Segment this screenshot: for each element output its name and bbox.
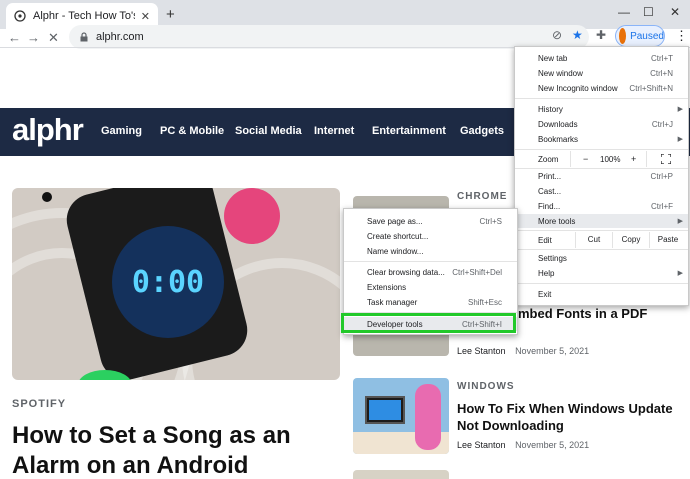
new-tab-plus-icon[interactable]: + — [166, 6, 175, 23]
site-favicon-icon — [14, 10, 26, 22]
minimize-icon[interactable]: — — [618, 5, 630, 19]
menu-divider — [515, 149, 688, 150]
tab-title: Alphr - Tech How To's & Guides — [33, 10, 135, 22]
menu-item-new-tab[interactable]: New tab Ctrl+T — [515, 51, 688, 65]
cut-button[interactable]: Cut — [575, 232, 612, 248]
menu-item-new-incognito[interactable]: New Incognito window Ctrl+Shift+N — [515, 81, 688, 95]
zoom-label: Zoom — [538, 154, 559, 164]
article-author[interactable]: Lee Stanton — [457, 440, 506, 450]
menu-item-create-shortcut[interactable]: Create shortcut... — [344, 229, 517, 243]
address-bar[interactable]: alphr.com — [69, 25, 589, 49]
forward-arrow-icon[interactable]: → — [27, 30, 40, 45]
nav-item-entertainment[interactable]: Entertainment — [372, 125, 446, 137]
maximize-icon[interactable]: ☐ — [643, 5, 654, 19]
menu-item-find[interactable]: Find... Ctrl+F — [515, 199, 688, 213]
chevron-right-icon: ▶ — [677, 218, 683, 225]
alarm-clock-display: 0:00 — [112, 226, 224, 338]
menu-item-downloads[interactable]: Downloads Ctrl+J — [515, 117, 688, 131]
edit-label: Edit — [538, 235, 552, 245]
copy-button[interactable]: Copy — [612, 232, 649, 248]
article-author[interactable]: Lee Stanton — [457, 346, 506, 356]
avatar — [619, 28, 627, 44]
eye-slash-icon[interactable]: ⊘ — [552, 28, 562, 42]
chrome-menu-icon[interactable]: ⋮ — [675, 28, 688, 44]
bookmark-star-icon[interactable]: ★ — [572, 28, 583, 42]
url-text: alphr.com — [96, 31, 144, 43]
back-arrow-icon[interactable]: ← — [8, 30, 21, 45]
profile-button[interactable]: Paused — [615, 25, 665, 47]
chevron-right-icon: ▶ — [677, 136, 683, 143]
featured-article-image[interactable]: 0:00 — [12, 188, 340, 380]
nav-item-pc-mobile[interactable]: PC & Mobile — [160, 125, 224, 137]
menu-divider — [515, 283, 688, 284]
article-thumbnail-windows[interactable] — [353, 378, 449, 454]
menu-divider — [515, 230, 688, 231]
stop-loading-icon[interactable]: ✕ — [48, 30, 59, 46]
menu-divider — [344, 261, 517, 262]
profile-status: Paused — [630, 30, 664, 42]
menu-item-bookmarks[interactable]: Bookmarks ▶ — [515, 132, 688, 146]
menu-item-save-page[interactable]: Save page as... Ctrl+S — [344, 214, 517, 228]
article-category-chrome[interactable]: CHROME — [457, 191, 507, 202]
article-category[interactable]: SPOTIFY — [12, 398, 66, 410]
developer-tools-highlight — [341, 313, 516, 333]
menu-item-new-window[interactable]: New window Ctrl+N — [515, 66, 688, 80]
article-headline[interactable]: How to Set a Song as an Alarm on an Andr… — [12, 421, 342, 479]
site-logo[interactable]: alphr — [12, 112, 84, 148]
menu-item-name-window[interactable]: Name window... — [344, 244, 517, 258]
menu-item-print[interactable]: Print... Ctrl+P — [515, 169, 688, 183]
paste-button[interactable]: Paste — [649, 232, 686, 248]
article-headline-fonts[interactable]: mbed Fonts in a PDF — [518, 306, 647, 321]
menu-item-extensions[interactable]: Extensions — [344, 280, 517, 294]
nav-item-gadgets[interactable]: Gadgets — [460, 125, 504, 137]
nav-item-internet[interactable]: Internet — [314, 125, 354, 137]
zoom-controls: Zoom − 100% + — [515, 151, 688, 167]
pink-shape — [224, 188, 280, 244]
menu-item-history[interactable]: History ▶ — [515, 102, 688, 116]
zoom-level: 100% — [600, 154, 621, 164]
menu-item-cast[interactable]: Cast... — [515, 184, 688, 198]
menu-divider — [515, 249, 688, 250]
menu-item-task-manager[interactable]: Task manager Shift+Esc — [344, 295, 517, 309]
extensions-puzzle-icon[interactable]: ✚ — [596, 28, 606, 42]
menu-item-settings[interactable]: Settings — [515, 251, 688, 265]
chrome-main-menu: New tab Ctrl+T New window Ctrl+N New Inc… — [514, 46, 689, 306]
browser-toolbar: ← → ✕ alphr.com ⊘ ★ ✚ Paused ⋮ — [0, 25, 690, 49]
lock-icon — [80, 32, 88, 42]
article-date: November 5, 2021 — [515, 346, 590, 356]
article-headline-windows[interactable]: How To Fix When Windows Update Not Downl… — [457, 400, 677, 434]
zoom-in-button[interactable]: + — [631, 154, 636, 164]
menu-item-clear-browsing-data[interactable]: Clear browsing data... Ctrl+Shift+Del — [344, 265, 517, 279]
article-thumbnail-partial[interactable] — [353, 470, 449, 479]
tab-close-icon[interactable]: ✕ — [141, 10, 150, 23]
window-close-icon[interactable]: ✕ — [670, 5, 680, 19]
edit-controls: Edit Cut Copy Paste — [515, 232, 688, 248]
menu-divider — [515, 98, 688, 99]
article-byline-windows: Lee Stanton November 5, 2021 — [457, 440, 589, 450]
article-date: November 5, 2021 — [515, 440, 590, 450]
menu-item-help[interactable]: Help ▶ — [515, 266, 688, 280]
zoom-out-button[interactable]: − — [583, 154, 588, 164]
fullscreen-icon[interactable] — [661, 154, 671, 164]
menu-item-exit[interactable]: Exit — [515, 287, 688, 301]
chevron-right-icon: ▶ — [677, 106, 683, 113]
article-byline: Lee Stanton November 5, 2021 — [457, 346, 589, 356]
nav-item-social-media[interactable]: Social Media — [235, 125, 302, 137]
music-note-icon — [42, 192, 52, 202]
menu-item-more-tools[interactable]: More tools ▶ — [515, 214, 688, 228]
nav-item-gaming[interactable]: Gaming — [101, 125, 142, 137]
article-category-windows[interactable]: WINDOWS — [457, 381, 515, 392]
chevron-right-icon: ▶ — [677, 270, 683, 277]
